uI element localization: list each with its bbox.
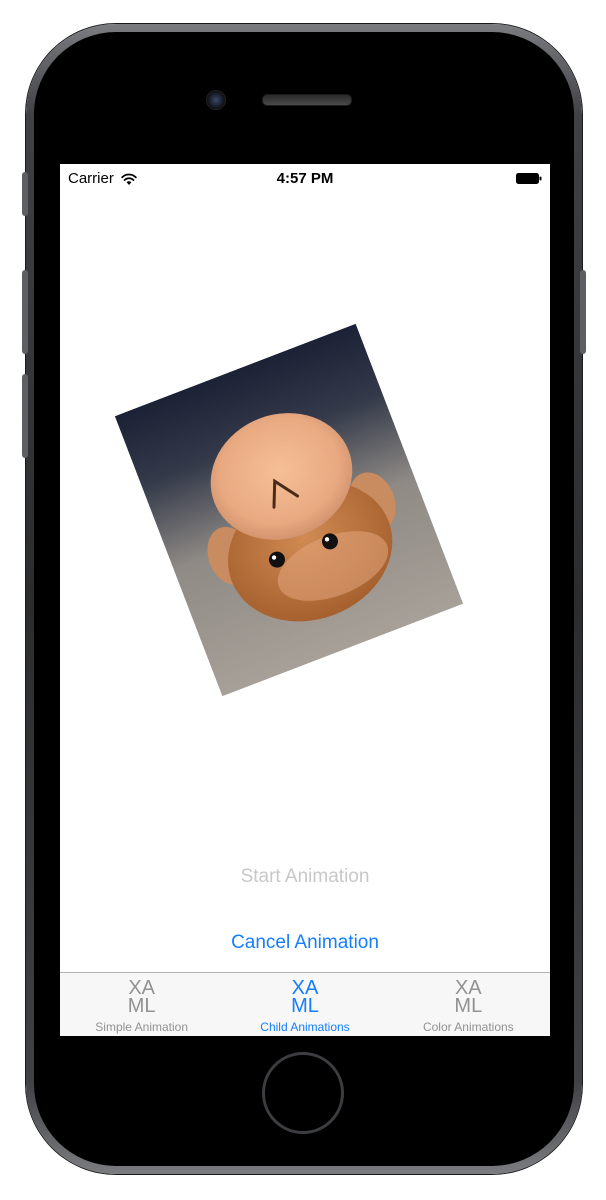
tab-child-animations[interactable]: XA ML Child Animations [223,973,386,1036]
battery-icon [516,173,542,184]
app-screen: Carrier 4:57 PM Start Animation Cancel A… [60,164,550,1036]
xaml-icon: XA ML [387,978,550,1017]
tab-icon-line2: ML [454,995,483,1017]
monkey-photo [114,323,464,697]
monkey-photo-image [114,323,464,697]
tab-icon-line2: ML [291,995,319,1017]
status-bar: Carrier 4:57 PM [60,164,550,192]
front-camera [206,90,226,110]
tab-bar: XA ML Simple Animation XA ML Child Anima… [60,972,550,1036]
home-button[interactable] [262,1052,344,1134]
tab-label: Child Animations [260,1020,350,1034]
tab-color-animations[interactable]: XA ML Color Animations [387,973,550,1036]
cancel-animation-button[interactable]: Cancel Animation [60,932,550,954]
xaml-icon: XA ML [223,978,386,1017]
tab-icon-line2: ML [127,995,156,1017]
tab-label: Color Animations [422,1020,514,1034]
volume-up-button [22,270,28,354]
earpiece-speaker [262,94,352,106]
mute-switch [22,172,28,216]
volume-down-button [22,374,28,458]
start-animation-button[interactable]: Start Animation [60,866,550,888]
xaml-icon: XA ML [60,978,223,1017]
tab-simple-animation[interactable]: XA ML Simple Animation [60,973,223,1036]
power-button [580,270,586,354]
tab-label: Simple Animation [95,1020,189,1034]
status-time: 4:57 PM [276,170,334,187]
